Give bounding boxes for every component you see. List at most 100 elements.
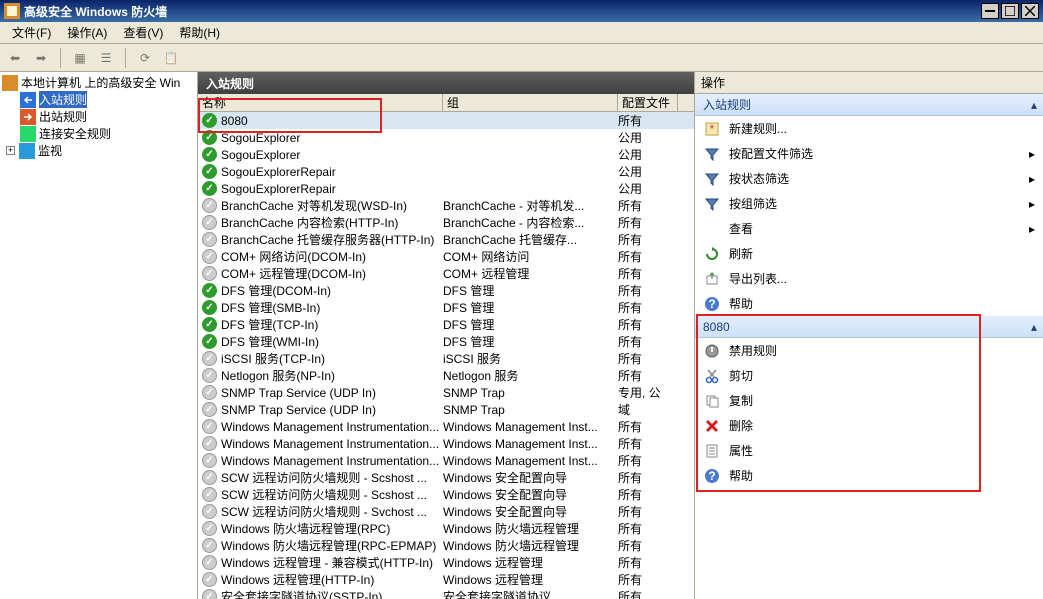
rule-row[interactable]: DFS 管理(TCP-In)DFS 管理所有	[198, 316, 694, 333]
rule-row[interactable]: SogouExplorer公用	[198, 129, 694, 146]
tree-item-outbound[interactable]: 出站规则	[2, 108, 195, 125]
rule-group: DFS 管理	[443, 282, 618, 299]
rule-name: SCW 远程访问防火墙规则 - Scshost ...	[221, 486, 427, 503]
rule-name: BranchCache 托管缓存服务器(HTTP-In)	[221, 231, 434, 248]
filter-icon	[703, 170, 721, 188]
rule-row[interactable]: Windows 远程管理 - 兼容模式(HTTP-In)Windows 远程管理…	[198, 554, 694, 571]
tree-item-label: 出站规则	[39, 108, 87, 125]
action-item[interactable]: *新建规则...	[695, 116, 1043, 141]
rule-group: iSCSI 服务	[443, 350, 618, 367]
rule-profile: 所有	[618, 248, 678, 265]
rule-row[interactable]: Windows 远程管理(HTTP-In)Windows 远程管理所有	[198, 571, 694, 588]
tree-item-inbound[interactable]: 入站规则	[2, 91, 195, 108]
action-item[interactable]: 属性	[695, 438, 1043, 463]
tree-root[interactable]: 本地计算机 上的高级安全 Win	[2, 74, 195, 91]
action-item[interactable]: ?帮助	[695, 291, 1043, 316]
toolbar: ⬅ ➡ ▦ ☰ ⟳ 📋	[0, 44, 1043, 72]
rule-group: DFS 管理	[443, 333, 618, 350]
enabled-icon	[202, 164, 217, 179]
action-item[interactable]: 按组筛选▸	[695, 191, 1043, 216]
rule-row[interactable]: DFS 管理(WMI-In)DFS 管理所有	[198, 333, 694, 350]
action-section-inbound[interactable]: 入站规则 ▴	[695, 94, 1043, 116]
properties-icon	[703, 442, 721, 460]
rule-group: SNMP Trap	[443, 403, 618, 417]
back-button[interactable]: ⬅	[4, 47, 26, 69]
rule-name: SogouExplorer	[221, 131, 300, 145]
rule-row[interactable]: 8080所有	[198, 112, 694, 129]
action-item[interactable]: 剪切	[695, 363, 1043, 388]
rule-row[interactable]: Windows Management Instrumentation...Win…	[198, 452, 694, 469]
rule-row[interactable]: SNMP Trap Service (UDP In)SNMP Trap域	[198, 401, 694, 418]
menubar: 文件(F) 操作(A) 查看(V) 帮助(H)	[0, 22, 1043, 44]
tree-item-monitor[interactable]: + 监视	[2, 142, 195, 159]
rule-row[interactable]: Netlogon 服务(NP-In)Netlogon 服务所有	[198, 367, 694, 384]
action-item[interactable]: 导出列表...	[695, 266, 1043, 291]
action-item[interactable]: 查看▸	[695, 216, 1043, 241]
rule-row[interactable]: SogouExplorerRepair公用	[198, 163, 694, 180]
rule-row[interactable]: Windows 防火墙远程管理(RPC)Windows 防火墙远程管理所有	[198, 520, 694, 537]
rule-profile: 所有	[618, 503, 678, 520]
expand-button[interactable]: +	[6, 146, 15, 155]
menu-file[interactable]: 文件(F)	[4, 22, 59, 43]
rule-row[interactable]: SCW 远程访问防火墙规则 - Scshost ...Windows 安全配置向…	[198, 486, 694, 503]
action-section-selected[interactable]: 8080 ▴	[695, 316, 1043, 338]
rule-row[interactable]: SogouExplorer公用	[198, 146, 694, 163]
rule-name: SNMP Trap Service (UDP In)	[221, 386, 376, 400]
col-profile[interactable]: 配置文件	[618, 94, 678, 111]
rule-row[interactable]: COM+ 网络访问(DCOM-In)COM+ 网络访问所有	[198, 248, 694, 265]
rule-row[interactable]: Windows Management Instrumentation...Win…	[198, 418, 694, 435]
window-title: 高级安全 Windows 防火墙	[24, 3, 979, 20]
rule-row[interactable]: SCW 远程访问防火墙规则 - Svchost ...Windows 安全配置向…	[198, 503, 694, 520]
rule-row[interactable]: 安全套接字隧道协议(SSTP-In)安全套接字隧道协议所有	[198, 588, 694, 599]
minimize-button[interactable]	[981, 3, 999, 19]
rule-group: Windows 防火墙远程管理	[443, 537, 618, 554]
toolbar-btn[interactable]: ▦	[69, 47, 91, 69]
refresh-button[interactable]: ⟳	[134, 47, 156, 69]
col-name[interactable]: 名称	[198, 94, 443, 111]
tree-item-label: 监视	[38, 142, 62, 159]
tree-item-connsec[interactable]: 连接安全规则	[2, 125, 195, 142]
action-item[interactable]: 按配置文件筛选▸	[695, 141, 1043, 166]
rule-row[interactable]: SogouExplorerRepair公用	[198, 180, 694, 197]
menu-help[interactable]: 帮助(H)	[171, 22, 228, 43]
rule-name: Windows 防火墙远程管理(RPC)	[221, 520, 390, 537]
rule-row[interactable]: COM+ 远程管理(DCOM-In)COM+ 远程管理所有	[198, 265, 694, 282]
rules-list[interactable]: 8080所有SogouExplorer公用SogouExplorer公用Sogo…	[198, 112, 694, 599]
rule-row[interactable]: DFS 管理(SMB-In)DFS 管理所有	[198, 299, 694, 316]
rule-row[interactable]: Windows 防火墙远程管理(RPC-EPMAP)Windows 防火墙远程管…	[198, 537, 694, 554]
menu-action[interactable]: 操作(A)	[59, 22, 115, 43]
rule-row[interactable]: iSCSI 服务(TCP-In)iSCSI 服务所有	[198, 350, 694, 367]
rule-profile: 所有	[618, 316, 678, 333]
action-item[interactable]: ?帮助	[695, 463, 1043, 488]
connsec-icon	[20, 126, 36, 142]
rule-row[interactable]: DFS 管理(DCOM-In)DFS 管理所有	[198, 282, 694, 299]
inbound-icon	[20, 92, 36, 108]
action-item[interactable]: 复制	[695, 388, 1043, 413]
toolbar-btn[interactable]: 📋	[160, 47, 182, 69]
rule-row[interactable]: BranchCache 内容检索(HTTP-In)BranchCache - 内…	[198, 214, 694, 231]
close-button[interactable]	[1021, 3, 1039, 19]
toolbar-btn[interactable]: ☰	[95, 47, 117, 69]
enabled-icon	[202, 147, 217, 162]
rule-profile: 所有	[618, 112, 678, 129]
rule-profile: 所有	[618, 571, 678, 588]
center-header: 入站规则	[198, 72, 694, 94]
enabled-icon	[202, 317, 217, 332]
action-label: 帮助	[729, 295, 753, 312]
rule-row[interactable]: SNMP Trap Service (UDP In)SNMP Trap专用, 公	[198, 384, 694, 401]
forward-button[interactable]: ➡	[30, 47, 52, 69]
disabled-icon	[202, 351, 217, 366]
action-item[interactable]: 禁用规则	[695, 338, 1043, 363]
rule-row[interactable]: SCW 远程访问防火墙规则 - Scshost ...Windows 安全配置向…	[198, 469, 694, 486]
disabled-icon	[202, 215, 217, 230]
action-item[interactable]: 刷新	[695, 241, 1043, 266]
action-item[interactable]: 删除	[695, 413, 1043, 438]
rule-row[interactable]: BranchCache 对等机发现(WSD-In)BranchCache - 对…	[198, 197, 694, 214]
menu-view[interactable]: 查看(V)	[115, 22, 171, 43]
maximize-button[interactable]	[1001, 3, 1019, 19]
export-icon	[703, 270, 721, 288]
rule-row[interactable]: Windows Management Instrumentation...Win…	[198, 435, 694, 452]
col-group[interactable]: 组	[443, 94, 618, 111]
rule-row[interactable]: BranchCache 托管缓存服务器(HTTP-In)BranchCache …	[198, 231, 694, 248]
action-item[interactable]: 按状态筛选▸	[695, 166, 1043, 191]
